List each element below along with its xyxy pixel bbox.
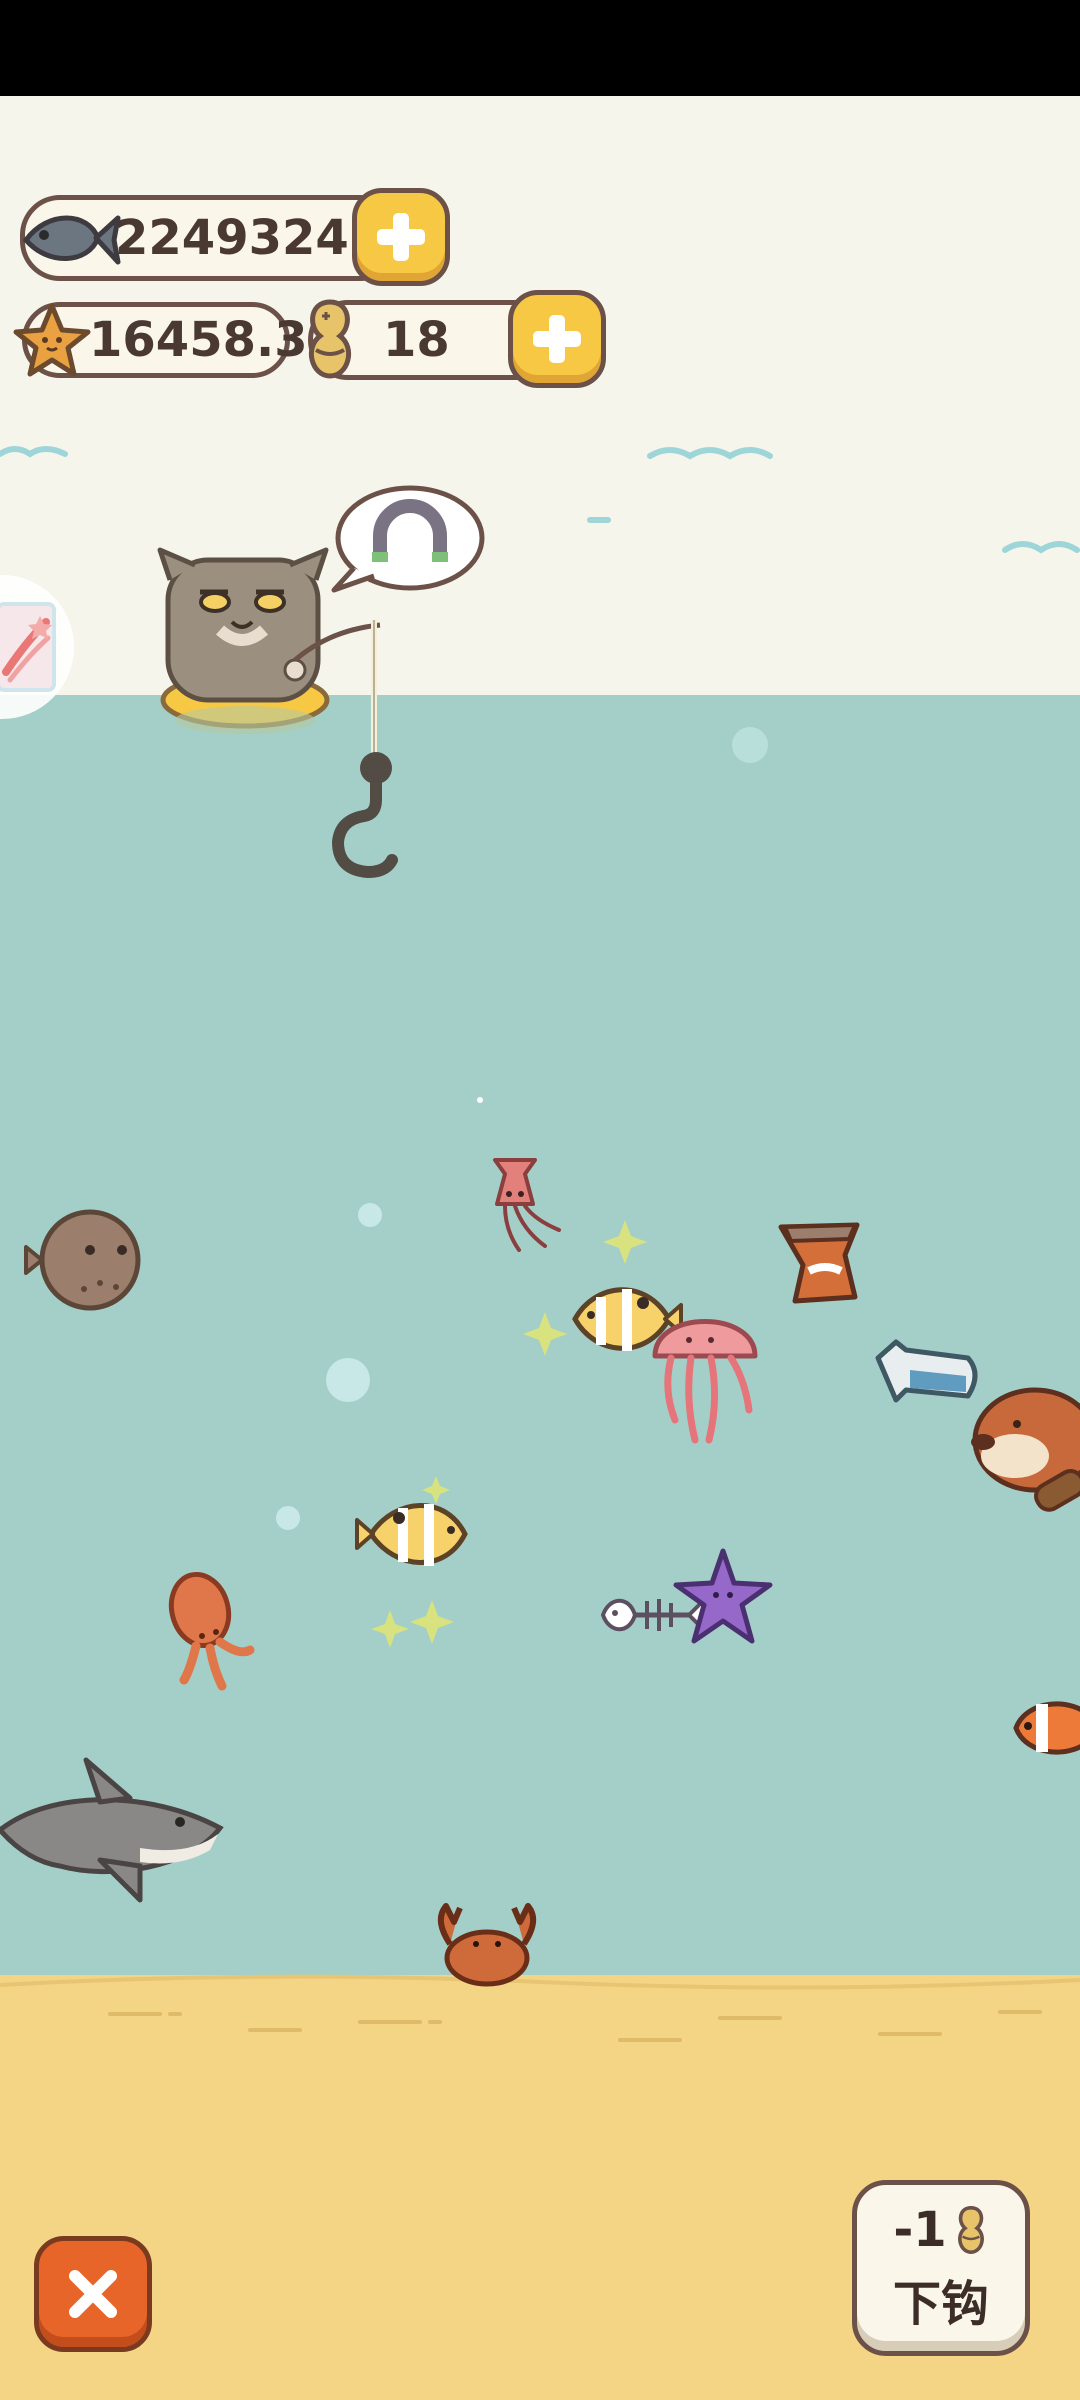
close-icon [69, 2270, 117, 2318]
octopus [168, 1571, 255, 1691]
fish-icon [22, 215, 121, 265]
clownfish [1013, 1701, 1080, 1755]
plus-icon [533, 315, 581, 363]
cast-cost-value: -1 [893, 2202, 947, 2258]
fish-currency-value: 2249324 [115, 210, 349, 266]
crab [437, 1903, 537, 1987]
starfish-icon [13, 303, 91, 377]
close-button[interactable] [34, 2236, 152, 2352]
purple-starfish [673, 1548, 773, 1644]
add-bait-button[interactable] [508, 290, 606, 388]
game-scene: 2249324 16458.3 18 -1 下钩 [0, 0, 1080, 2400]
plus-icon [377, 213, 425, 261]
peanut-bait-icon [957, 2205, 984, 2255]
status-bar [0, 0, 1080, 96]
cast-hook-label: 下钩 [892, 2276, 989, 2332]
shooting-star-icon [0, 602, 56, 692]
bait-currency-value: 18 [383, 312, 450, 368]
thought-bubble [331, 485, 485, 593]
butterflyfish [355, 1503, 468, 1566]
peanut-bait-icon [308, 299, 352, 379]
sand-texture [108, 2010, 1042, 2042]
otter [971, 1387, 1080, 1512]
cast-cost: -1 [893, 2202, 988, 2258]
shark [0, 1757, 224, 1903]
star-currency-value: 16458.3 [89, 312, 308, 368]
add-fish-button[interactable] [352, 188, 450, 286]
jellyfish [652, 1319, 758, 1444]
cast-hook-button[interactable]: -1 下钩 [852, 2180, 1030, 2356]
